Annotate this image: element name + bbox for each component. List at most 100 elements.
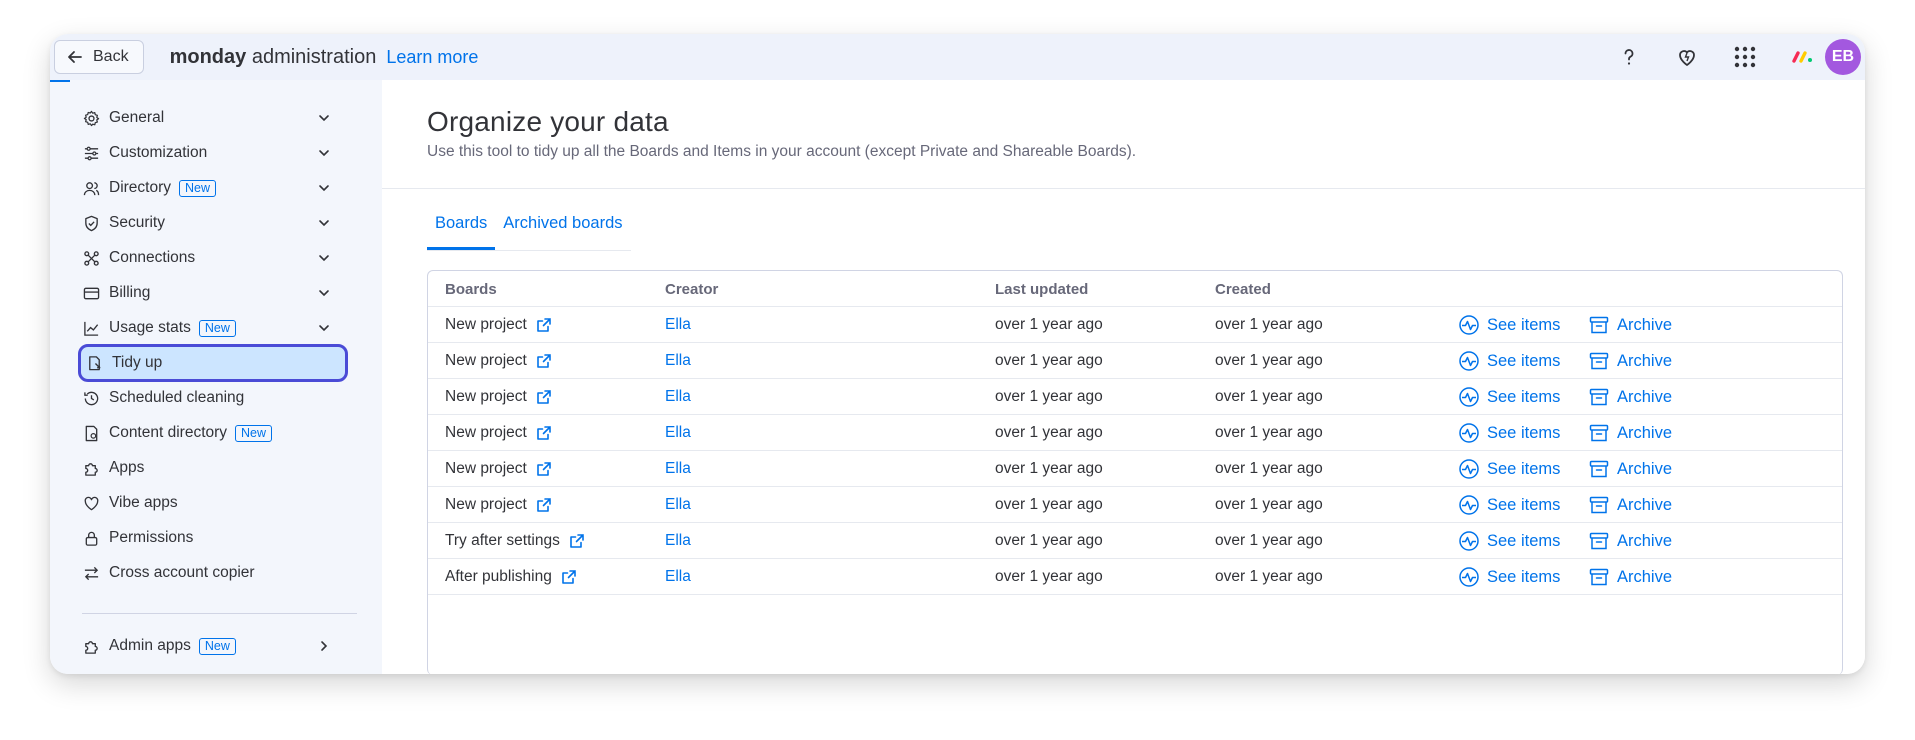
table-header-row: Boards Creator Last updated Created xyxy=(428,271,1842,307)
created-cell: over 1 year ago xyxy=(1215,352,1323,369)
archive-label: Archive xyxy=(1617,459,1673,478)
archive-button[interactable]: Archive xyxy=(1588,415,1672,451)
sidebar-item-security[interactable]: Security xyxy=(82,207,344,239)
creator-link[interactable]: Ella xyxy=(665,487,691,523)
external-link-icon[interactable] xyxy=(536,317,552,333)
sidebar-item-scheduled-cleaning[interactable]: Scheduled cleaning xyxy=(82,382,344,414)
page-subtitle: Use this tool to tidy up all the Boards … xyxy=(427,143,1137,160)
see-items-label: See items xyxy=(1487,315,1561,334)
sidebar-item-label: Admin apps xyxy=(109,637,191,654)
archive-label: Archive xyxy=(1617,495,1673,514)
external-link-icon[interactable] xyxy=(536,425,552,441)
table-row: New project Ella over 1 year ago over 1 yea… xyxy=(428,415,1842,451)
sidebar-item-cross-account-copier[interactable]: Cross account copier xyxy=(82,557,344,589)
credit-card-icon xyxy=(82,284,100,302)
column-header-boards: Boards xyxy=(445,280,497,298)
sidebar-item-permissions[interactable]: Permissions xyxy=(82,522,344,554)
tab-bar: Boards Archived boards xyxy=(427,208,631,251)
sidebar-item-customization[interactable]: Customization xyxy=(82,137,344,169)
sidebar-item-label: Apps xyxy=(109,459,145,476)
column-header-last-updated: Last updated xyxy=(995,280,1089,298)
sidebar-item-label: Billing xyxy=(109,284,151,301)
archive-button[interactable]: Archive xyxy=(1588,343,1672,379)
tab-archived-boards[interactable]: Archived boards xyxy=(495,208,630,244)
board-name-link[interactable]: New project xyxy=(445,496,527,514)
sidebar-item-label: Cross account copier xyxy=(109,564,255,581)
board-name-link[interactable]: New project xyxy=(445,460,527,478)
see-items-button[interactable]: See items xyxy=(1458,523,1560,559)
sidebar-item-label: General xyxy=(109,109,165,126)
board-name-link[interactable]: After publishing xyxy=(445,568,552,586)
see-items-button[interactable]: See items xyxy=(1458,307,1560,343)
chevron-down-icon xyxy=(319,185,329,192)
board-cell: New project xyxy=(445,379,552,415)
sidebar-item-admin-apps[interactable]: Admin apps New xyxy=(82,630,344,662)
last-updated-cell: over 1 year ago xyxy=(995,424,1103,441)
archive-button[interactable]: Archive xyxy=(1588,451,1672,487)
external-link-icon[interactable] xyxy=(536,389,552,405)
sidebar: General Customization Directory New Secu… xyxy=(50,80,382,674)
clock-icon xyxy=(82,389,100,407)
see-items-label: See items xyxy=(1487,387,1561,406)
page-title: Organize your data xyxy=(427,106,669,137)
board-name-link[interactable]: New project xyxy=(445,316,527,334)
see-items-button[interactable]: See items xyxy=(1458,487,1560,523)
external-link-icon[interactable] xyxy=(561,569,577,585)
sidebar-item-content-directory[interactable]: Content directory New xyxy=(82,417,344,449)
see-items-button[interactable]: See items xyxy=(1458,559,1560,595)
sidebar-accent xyxy=(50,80,70,82)
tab-boards[interactable]: Boards xyxy=(427,208,496,250)
learn-more-link[interactable]: Learn more xyxy=(386,47,478,68)
see-items-button[interactable]: See items xyxy=(1458,343,1560,379)
sidebar-item-vibe-apps[interactable]: Vibe apps xyxy=(82,487,344,519)
archive-button[interactable]: Archive xyxy=(1588,523,1672,559)
see-items-button[interactable]: See items xyxy=(1458,451,1560,487)
creator-link[interactable]: Ella xyxy=(665,415,691,451)
sidebar-item-connections[interactable]: Connections xyxy=(82,242,344,274)
sidebar-item-label: Customization xyxy=(109,144,208,161)
created-cell: over 1 year ago xyxy=(1215,460,1323,477)
activity-icon xyxy=(1458,314,1487,336)
last-updated-cell: over 1 year ago xyxy=(995,460,1103,477)
back-button[interactable]: Back xyxy=(54,40,144,74)
external-link-icon[interactable] xyxy=(536,497,552,513)
sidebar-item-billing[interactable]: Billing xyxy=(82,277,344,309)
board-cell: After publishing xyxy=(445,559,577,595)
heart-icon[interactable] xyxy=(1673,43,1701,71)
external-link-icon[interactable] xyxy=(569,533,585,549)
creator-link[interactable]: Ella xyxy=(665,451,691,487)
board-name-link[interactable]: New project xyxy=(445,424,527,442)
external-link-icon[interactable] xyxy=(536,461,552,477)
see-items-button[interactable]: See items xyxy=(1458,415,1560,451)
sidebar-item-directory[interactable]: Directory New xyxy=(82,172,344,204)
swap-icon xyxy=(82,564,100,582)
help-icon[interactable] xyxy=(1615,43,1643,71)
sidebar-item-usage-stats[interactable]: Usage stats New xyxy=(82,312,344,344)
board-cell: New project xyxy=(445,343,552,379)
sidebar-item-label: Directory xyxy=(109,179,172,196)
board-name-link[interactable]: New project xyxy=(445,352,527,370)
archive-icon xyxy=(1588,314,1617,336)
archive-button[interactable]: Archive xyxy=(1588,559,1672,595)
see-items-label: See items xyxy=(1487,567,1561,586)
creator-link[interactable]: Ella xyxy=(665,559,691,595)
board-name-link[interactable]: Try after settings xyxy=(445,532,560,550)
sidebar-item-apps[interactable]: Apps xyxy=(82,452,344,484)
see-items-button[interactable]: See items xyxy=(1458,379,1560,415)
archive-label: Archive xyxy=(1617,351,1673,370)
board-name-link[interactable]: New project xyxy=(445,388,527,406)
creator-link[interactable]: Ella xyxy=(665,307,691,343)
creator-link[interactable]: Ella xyxy=(665,343,691,379)
creator-link[interactable]: Ella xyxy=(665,523,691,559)
archive-button[interactable]: Archive xyxy=(1588,307,1672,343)
creator-link[interactable]: Ella xyxy=(665,379,691,415)
avatar[interactable]: EB xyxy=(1825,39,1861,75)
archive-button[interactable]: Archive xyxy=(1588,487,1672,523)
archive-button[interactable]: Archive xyxy=(1588,379,1672,415)
apps-grid-icon[interactable] xyxy=(1731,43,1759,71)
external-link-icon[interactable] xyxy=(536,353,552,369)
sidebar-item-general[interactable]: General xyxy=(82,102,344,134)
sidebar-item-label: Security xyxy=(109,214,165,231)
chevron-down-icon xyxy=(319,150,329,157)
sidebar-item-tidy-up[interactable]: Tidy up xyxy=(78,344,348,382)
